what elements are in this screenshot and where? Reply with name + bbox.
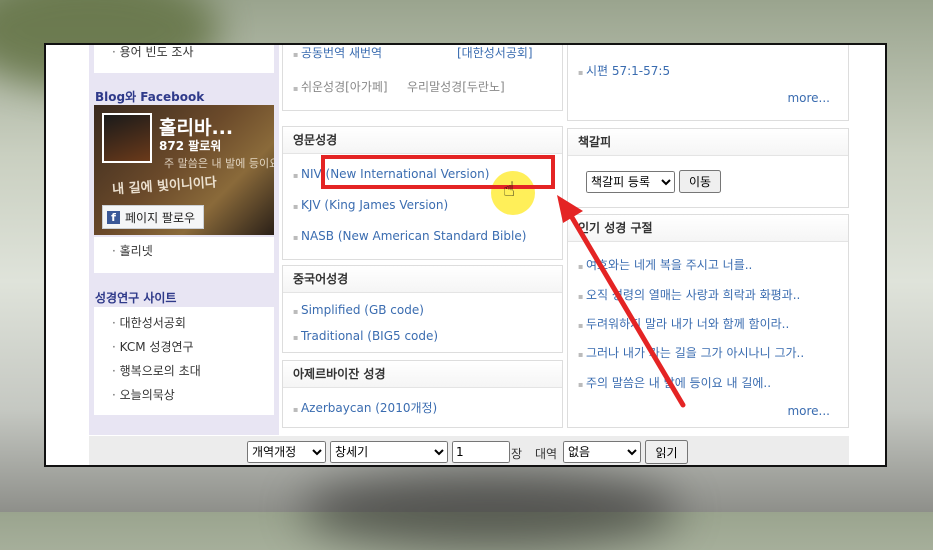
research-sites-title: 성경연구 사이트 — [95, 291, 177, 305]
link-azerbaycan[interactable]: Azerbaycan (2010개정) — [293, 399, 437, 416]
azeri-bible-box: 아제르바이잔 성경 Azerbaycan (2010개정) — [282, 360, 563, 428]
bible-reader-bar: 개역개정 창세기 장 대역 없음 읽기 — [89, 436, 849, 465]
korean-bible-box: 공동번역 새번역 [대한성서공회] 쉬운성경[아가페] 우리말성경[두란노] — [282, 45, 563, 111]
chinese-bible-box: 중국어성경 Simplified (GB code) Traditional (… — [282, 265, 563, 353]
link-our-bible[interactable]: 우리말성경[두란노] — [407, 78, 505, 95]
facebook-page-widget[interactable]: 홀리바... 872 팔로워 주 말씀은 내 발에 등이요 내 길에 빛이니이다… — [94, 105, 274, 235]
english-bible-title: 영문성경 — [283, 127, 562, 154]
facebook-icon: f — [107, 210, 120, 224]
version-select[interactable]: 개역개정 — [247, 441, 326, 463]
link-kjv[interactable]: KJV (King James Version) — [293, 198, 448, 212]
bookmark-box: 책갈피 책갈피 등록 이동 — [567, 128, 849, 208]
facebook-follow-label: 페이지 팔로우 — [125, 210, 196, 225]
left-top-list: 용어 빈도 조사 — [112, 45, 194, 61]
chapter-label: 장 — [511, 447, 523, 461]
more-link-top[interactable]: more... — [787, 91, 830, 105]
today-verse-box: 시편 57:1-57:5 more... — [567, 45, 849, 121]
bookmark-go-button[interactable]: 이동 — [679, 170, 721, 193]
bookmark-select[interactable]: 책갈피 등록 — [586, 171, 675, 193]
hand-pointer-icon: ☝ — [503, 177, 516, 201]
facebook-follower-count: 872 팔로워 — [159, 139, 222, 153]
popular-verse-5[interactable]: 주의 말씀은 내 발에 등이요 내 길에.. — [578, 374, 771, 391]
sidebar-item-term-freq[interactable]: 용어 빈도 조사 — [112, 45, 194, 61]
compare-label: 대역 — [535, 447, 558, 461]
link-nasb[interactable]: NASB (New American Standard Bible) — [293, 229, 526, 243]
page-content: 용어 빈도 조사 Blog와 Facebook 홀리바... 872 팔로워 주… — [89, 45, 849, 465]
popular-verse-3[interactable]: 두려워하지 말라 내가 너와 함께 함이라.. — [578, 315, 789, 332]
niv-highlight-box — [321, 155, 555, 189]
link-simplified[interactable]: Simplified (GB code) — [293, 303, 424, 317]
link-bible-society[interactable]: [대한성서공회] — [457, 45, 533, 61]
popular-verses-box: 인기 성경 구절 여호와는 네게 복을 주시고 너를.. 오직 성령의 열매는 … — [567, 214, 849, 428]
link-traditional[interactable]: Traditional (BIG5 code) — [293, 329, 438, 343]
facebook-page-name[interactable]: 홀리바... — [159, 113, 233, 140]
sidebar-item-holynet[interactable]: 홀리넷 — [112, 239, 153, 263]
chinese-bible-title: 중국어성경 — [283, 266, 562, 293]
research-list: 대한성서공회 KCM 성경연구 행복으로의 초대 오늘의묵상 — [112, 311, 201, 407]
popular-verses-title: 인기 성경 구절 — [568, 215, 848, 242]
blog-facebook-title: Blog와 Facebook — [95, 90, 205, 104]
research-list-box: 대한성서공회 KCM 성경연구 행복으로의 초대 오늘의묵상 — [94, 307, 274, 415]
sidebar-item-daily-meditation[interactable]: 오늘의묵상 — [112, 383, 201, 407]
background-blur-bottom — [300, 470, 680, 550]
popular-verse-2[interactable]: 오직 성령의 열매는 사랑과 희락과 화평과.. — [578, 286, 800, 303]
facebook-cover-text-small: 주 말씀은 내 발에 등이요 — [164, 157, 274, 170]
bookmark-title: 책갈피 — [568, 129, 848, 156]
screenshot-frame: 용어 빈도 조사 Blog와 Facebook 홀리바... 872 팔로워 주… — [44, 43, 887, 467]
more-link-popular[interactable]: more... — [787, 404, 830, 418]
sidebar-item-bible-society[interactable]: 대한성서공회 — [112, 311, 201, 335]
compare-select[interactable]: 없음 — [563, 441, 641, 463]
chapter-input[interactable] — [452, 441, 510, 463]
link-psalm-57[interactable]: 시편 57:1-57:5 — [578, 62, 670, 79]
facebook-follow-button[interactable]: f 페이지 팔로우 — [102, 205, 205, 229]
blog-list-box: 홀리넷 — [94, 237, 274, 273]
left-top-box: 용어 빈도 조사 — [94, 45, 274, 73]
popular-verse-4[interactable]: 그러나 내가 가는 길을 그가 아시나니 그가.. — [578, 344, 804, 361]
sidebar-item-kcm[interactable]: KCM 성경연구 — [112, 335, 201, 359]
read-button[interactable]: 읽기 — [645, 440, 688, 464]
link-common-translation[interactable]: 공동번역 새번역 — [293, 45, 382, 61]
facebook-cover-text: 내 길에 빛이니이다 — [111, 175, 218, 198]
blog-list: 홀리넷 — [112, 239, 153, 263]
sidebar-item-happy-invite[interactable]: 행복으로의 초대 — [112, 359, 201, 383]
book-select[interactable]: 창세기 — [330, 441, 448, 463]
popular-verse-1[interactable]: 여호와는 네게 복을 주시고 너를.. — [578, 256, 752, 273]
facebook-avatar — [102, 113, 152, 163]
azeri-bible-title: 아제르바이잔 성경 — [283, 361, 562, 388]
left-sidebar: 용어 빈도 조사 Blog와 Facebook 홀리바... 872 팔로워 주… — [89, 45, 279, 435]
link-easy-bible[interactable]: 쉬운성경[아가페] — [293, 78, 388, 95]
